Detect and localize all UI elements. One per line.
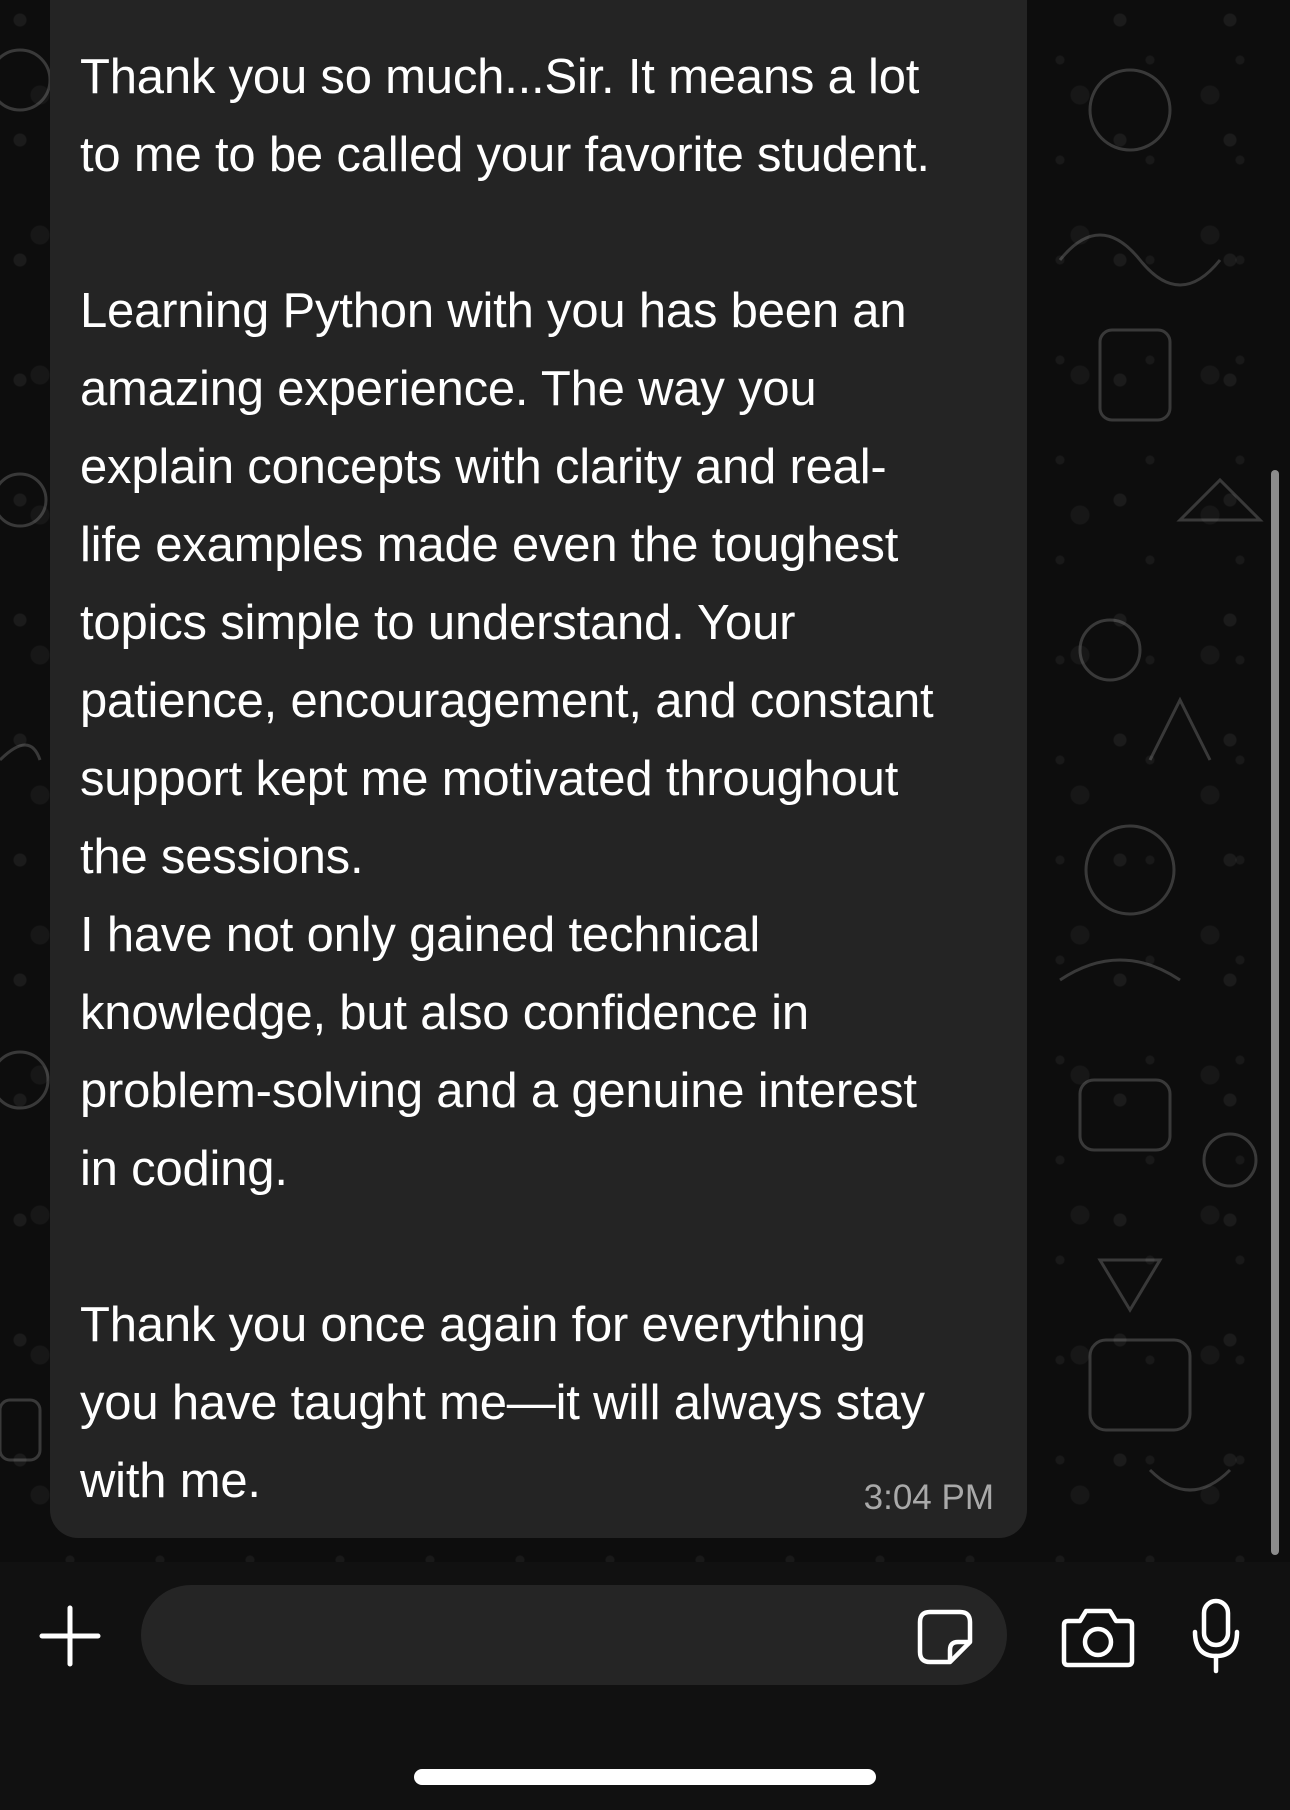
voice-message-button[interactable] [1190,1598,1242,1674]
sticker-button[interactable] [916,1608,974,1666]
microphone-icon [1192,1598,1240,1674]
camera-button[interactable] [1060,1605,1136,1669]
attach-button[interactable] [38,1604,102,1668]
chat-background: Thank you so much...Sir. It means a lot … [0,0,1290,1562]
sticker-icon [917,1609,973,1665]
home-indicator[interactable] [414,1769,876,1785]
message-text: Thank you so much...Sir. It means a lot … [80,50,934,1508]
message-bubble[interactable]: Thank you so much...Sir. It means a lot … [50,0,1027,1538]
plus-icon [39,1605,101,1667]
camera-icon [1061,1608,1135,1668]
message-input[interactable] [141,1585,1007,1685]
message-timestamp: 3:04 PM [863,1478,994,1517]
scrollbar[interactable] [1271,470,1279,1555]
